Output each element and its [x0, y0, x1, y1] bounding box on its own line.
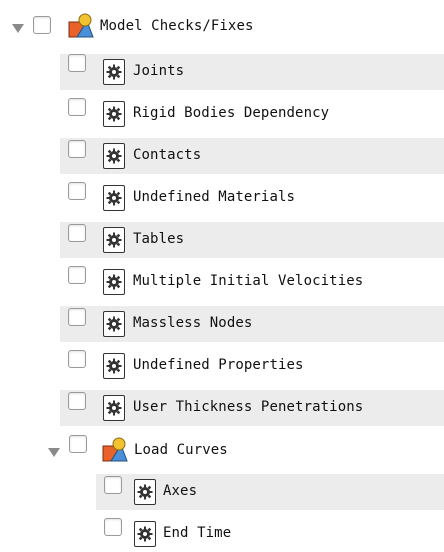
tree-item-label: Joints	[133, 63, 185, 79]
checkbox-massless-nodes[interactable]	[68, 308, 86, 326]
checkbox-user-thickness-penetrations[interactable]	[68, 392, 86, 410]
expand-triangle-icon[interactable]	[12, 24, 24, 33]
gear-icon	[103, 311, 125, 337]
tree-item-massless-nodes[interactable]: Massless Nodes	[60, 306, 444, 342]
tree-item-undefined-properties[interactable]: Undefined Properties	[60, 348, 444, 384]
gear-icon	[103, 185, 125, 211]
tree-item-label: Contacts	[133, 147, 202, 163]
gear-icon	[103, 59, 125, 85]
checkbox-tables[interactable]	[68, 224, 86, 242]
tree-item-undefined-materials[interactable]: Undefined Materials	[60, 180, 444, 216]
tree-item-rigid-bodies[interactable]: Rigid Bodies Dependency	[60, 96, 444, 132]
tree-node-label: Load Curves	[134, 442, 228, 458]
gear-icon	[103, 143, 125, 169]
tree-item-end-time[interactable]: End Time	[96, 516, 444, 552]
checkbox-end-time[interactable]	[104, 518, 122, 536]
checkbox-joints[interactable]	[68, 54, 86, 72]
tree-item-label: User Thickness Penetrations	[133, 399, 364, 415]
checkbox-axes[interactable]	[104, 476, 122, 494]
model-checks-tree: Model Checks/Fixes Joints Rigid Bodies D…	[0, 0, 444, 547]
tree-item-tables[interactable]: Tables	[60, 222, 444, 258]
tree-item-label: End Time	[163, 525, 232, 541]
checkbox-contacts[interactable]	[68, 140, 86, 158]
tree-item-label: Tables	[133, 231, 185, 247]
tree-item-contacts[interactable]: Contacts	[60, 138, 444, 174]
checkbox-rigid-bodies[interactable]	[68, 98, 86, 116]
gear-icon	[103, 269, 125, 295]
tree-node-model-checks[interactable]: Model Checks/Fixes	[0, 8, 444, 44]
shapes-folder-icon	[102, 437, 128, 462]
tree-item-axes[interactable]: Axes	[96, 474, 444, 510]
gear-icon	[134, 479, 156, 505]
gear-icon	[103, 227, 125, 253]
tree-item-label: Undefined Properties	[133, 357, 304, 373]
tree-item-label: Massless Nodes	[133, 315, 253, 331]
tree-node-label: Model Checks/Fixes	[100, 18, 254, 34]
tree-item-label: Rigid Bodies Dependency	[133, 105, 330, 121]
tree-item-label: Undefined Materials	[133, 189, 296, 205]
gear-icon	[103, 353, 125, 379]
tree-item-label: Multiple Initial Velocities	[133, 273, 364, 289]
checkbox-model-checks[interactable]	[33, 16, 51, 34]
gear-icon	[103, 395, 125, 421]
checkbox-load-curves[interactable]	[69, 435, 87, 453]
checkbox-multiple-initial-velocities[interactable]	[68, 266, 86, 284]
tree-item-user-thickness-penetrations[interactable]: User Thickness Penetrations	[60, 390, 444, 426]
tree-item-joints[interactable]: Joints	[60, 54, 444, 90]
tree-item-label: Axes	[163, 483, 198, 499]
gear-icon	[103, 101, 125, 127]
tree-item-multiple-initial-velocities[interactable]: Multiple Initial Velocities	[60, 264, 444, 300]
expand-triangle-icon[interactable]	[48, 448, 60, 457]
tree-node-load-curves[interactable]: Load Curves	[44, 432, 444, 468]
checkbox-undefined-properties[interactable]	[68, 350, 86, 368]
checkbox-undefined-materials[interactable]	[68, 182, 86, 200]
shapes-folder-icon	[68, 13, 94, 38]
gear-icon	[134, 521, 156, 547]
